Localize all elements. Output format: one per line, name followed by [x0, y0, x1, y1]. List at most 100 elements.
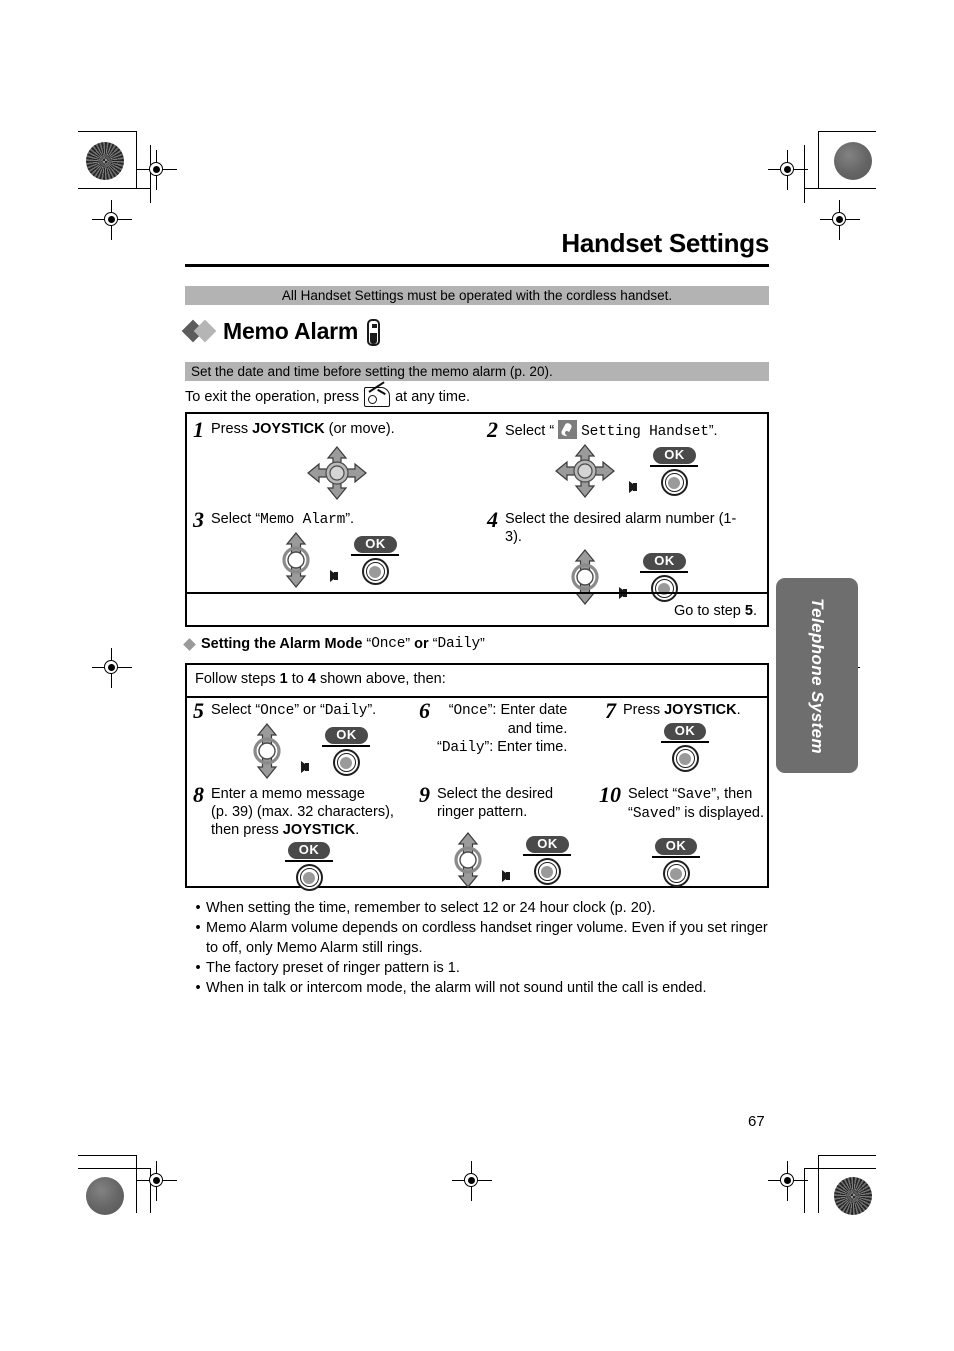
step-6-line2: and time.	[507, 721, 568, 737]
handset-settings-banner: All Handset Settings must be operated wi…	[185, 286, 769, 305]
step-5-option-1: Once	[260, 703, 295, 719]
ok-button-group[interactable]: OK	[351, 535, 400, 585]
bullet-icon: •	[195, 960, 201, 976]
crop-mark-top-left-v1	[136, 131, 137, 189]
step-1-number: 1	[193, 417, 204, 442]
memo-alarm-title: Memo Alarm	[223, 317, 359, 344]
registration-mark-right-upper	[820, 200, 860, 240]
step-8-text: Enter a memo message (p. 39) (max. 32 ch…	[211, 785, 394, 839]
ok-button-icon[interactable]	[671, 745, 699, 772]
title-divider	[185, 264, 769, 267]
step-5-text-pre: Select “	[211, 702, 261, 718]
ok-button-icon[interactable]	[361, 558, 389, 585]
exit-text-post: at any time.	[395, 389, 471, 405]
crop-mark-bottom-right-h1	[818, 1155, 876, 1156]
crop-mark-bottom-right-v1	[818, 1155, 819, 1213]
step-8-line3-post: .	[355, 822, 360, 838]
note-text: When in talk or intercom mode, the alarm…	[206, 980, 707, 996]
step-9-text: Select the desired ringer pattern.	[437, 785, 553, 821]
exit-instruction: To exit the operation, press at any time…	[185, 381, 471, 407]
step-10-text: Select “Save”, then “Saved” is displayed…	[628, 785, 764, 823]
ok-label: OK	[287, 842, 331, 859]
ok-label: OK	[325, 727, 368, 744]
halftone-target-top-right	[834, 142, 872, 180]
halftone-target-bottom-left	[86, 1177, 124, 1215]
crop-mark-top-right-v2	[804, 145, 805, 203]
ok-button-group[interactable]: OK	[640, 552, 689, 602]
step-8-cell: 8 Enter a memo message (p. 39) (max. 32 …	[193, 782, 413, 891]
step-1-cell: 1 Press JOYSTICK (or move).	[193, 417, 481, 506]
ok-label: OK	[654, 838, 698, 855]
step-10-line1-pre: Select “	[628, 786, 678, 802]
step-10-cell: 10 Select “Save”, then “Saved” is displa…	[599, 782, 765, 887]
follow-steps-note: Follow steps 1 to 4 shown above, then:	[195, 671, 446, 687]
ok-button-icon[interactable]	[660, 469, 688, 496]
flow-arrow-icon	[629, 481, 637, 494]
step-7-text: Press JOYSTICK.	[623, 701, 741, 719]
step-6-number: 6	[419, 698, 430, 723]
subheading-option-1: Once	[371, 636, 406, 652]
step-10-number: 10	[599, 782, 621, 807]
note-item: • Memo Alarm volume depends on cordless h…	[190, 918, 770, 958]
step-3-text-pre: Select “	[211, 511, 261, 527]
note-text: The factory preset of ringer pattern is …	[206, 960, 460, 976]
steps-box-divider	[187, 592, 767, 594]
joystick-updown-icon	[275, 531, 317, 589]
follow-post: shown above, then:	[315, 671, 446, 687]
ok-button-group[interactable]: OK	[661, 722, 709, 772]
exit-text-pre: To exit the operation, press	[185, 389, 360, 405]
registration-mark-left-lower	[92, 648, 132, 688]
flow-arrow-icon	[502, 870, 510, 883]
bullet-icon: •	[195, 920, 201, 936]
ok-button-group[interactable]: OK	[652, 837, 700, 887]
step-6-cell: 6 “Once”: Enter date and time. “Daily”: …	[419, 698, 599, 786]
ok-button-icon[interactable]	[332, 749, 360, 776]
step-5-number: 5	[193, 698, 204, 723]
ok-button-group[interactable]: OK	[322, 726, 371, 776]
step-5-option-2: Daily	[324, 703, 368, 719]
follow-n2: 4	[307, 671, 316, 687]
ok-button-group[interactable]: OK	[285, 841, 333, 891]
step-8-line3-bold: JOYSTICK	[282, 822, 356, 838]
crop-mark-bottom-right-h2	[804, 1168, 876, 1169]
ok-label: OK	[653, 447, 696, 464]
memo-alarm-heading: Memo Alarm	[181, 314, 381, 348]
step-5-text-mid: ” or “	[294, 702, 325, 718]
joystick-updown-icon	[246, 722, 288, 780]
goto-step-note: Go to step 5.	[674, 603, 757, 619]
ok-button-icon[interactable]	[533, 858, 561, 885]
flow-arrow-icon	[301, 761, 309, 774]
step-1-text: Press JOYSTICK (or move).	[211, 420, 395, 438]
ok-button-icon[interactable]	[295, 864, 323, 891]
step-7-text-post: .	[736, 702, 741, 718]
step-3-text-post: ”.	[345, 511, 355, 527]
phone-off-key-icon	[364, 381, 391, 407]
goto-note-number: 5	[744, 603, 753, 619]
ok-button-icon[interactable]	[650, 575, 678, 602]
page-title: Handset Settings	[561, 228, 769, 258]
step-3-cell: 3 Select “Memo Alarm”. OK	[193, 509, 481, 600]
ok-button-group[interactable]: OK	[523, 835, 572, 885]
crop-mark-top-left-h1	[78, 131, 136, 132]
step-2-menu-name: Setting Handset	[581, 424, 709, 440]
flow-arrow-icon	[330, 570, 338, 583]
note-item: • When setting the time, remember to sele…	[190, 898, 770, 918]
joystick-updown-icon	[447, 831, 489, 889]
step-10-line2-post: ” is displayed.	[675, 805, 765, 821]
ok-button-group[interactable]: OK	[650, 446, 699, 496]
step-7-number: 7	[605, 698, 616, 723]
bullet-icon: •	[195, 980, 201, 996]
step-6-line3-post: ”: Enter time.	[484, 739, 568, 755]
follow-pre: Follow steps	[195, 671, 280, 687]
step-8-line3-pre: then press	[211, 822, 283, 838]
bullet-icon: •	[195, 900, 201, 916]
registration-mark-bottom-left	[137, 1161, 177, 1201]
ok-button-icon[interactable]	[662, 860, 690, 887]
step-7-cell: 7 Press JOYSTICK. OK	[605, 698, 765, 786]
step-8-number: 8	[193, 782, 204, 807]
registration-mark-bottom-center	[452, 1161, 492, 1201]
step-6-line1-post: ”: Enter date	[487, 702, 568, 718]
registration-mark-bottom-right	[768, 1161, 808, 1201]
step-3-menu-name: Memo Alarm	[260, 512, 346, 528]
joystick-4way-icon	[306, 445, 368, 501]
